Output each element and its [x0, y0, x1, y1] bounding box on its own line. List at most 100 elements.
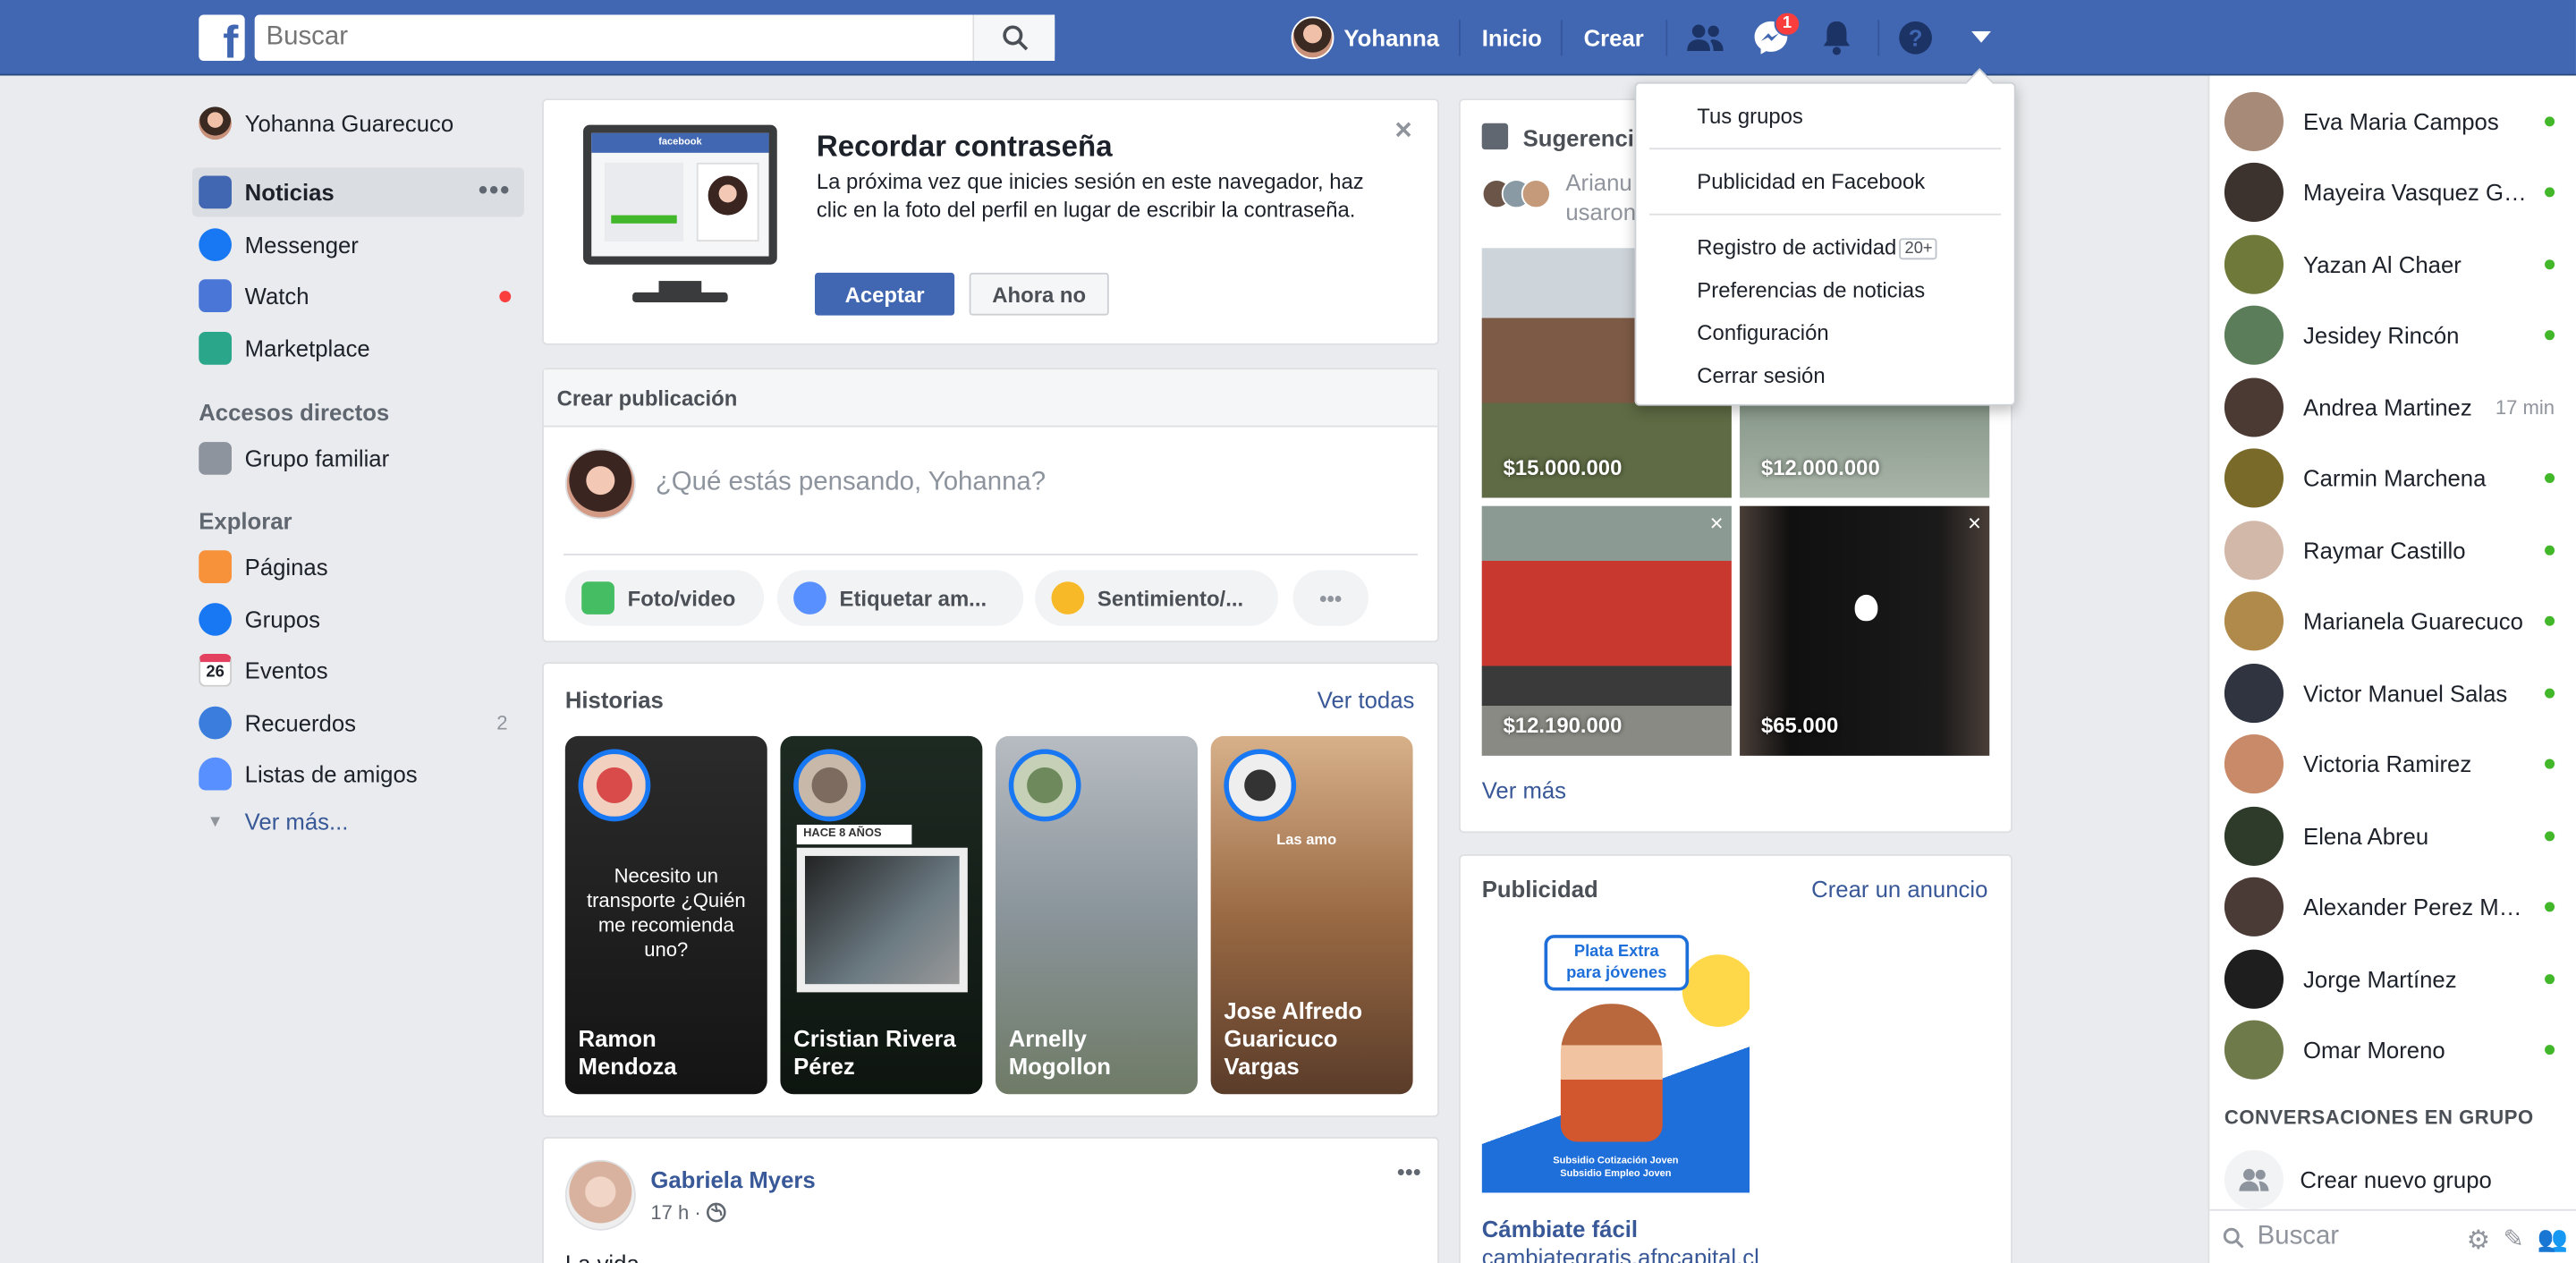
- facebook-logo[interactable]: f: [199, 14, 245, 61]
- nav-divider: [1665, 20, 1668, 56]
- chat-contact[interactable]: Jorge Martínez: [2224, 949, 2576, 1009]
- chat-contact[interactable]: Omar Moreno: [2224, 1020, 2576, 1080]
- feed-post: Gabriela Myers 17 h · ••• La vida: [542, 1136, 1439, 1263]
- create-new-group-button[interactable]: Crear nuevo grupo: [2224, 1149, 2492, 1209]
- suggestions-subtitle: Arianu usaron: [1565, 167, 1636, 226]
- ad-headline[interactable]: Cámbiate fácil: [1482, 1216, 1638, 1242]
- feeling-button[interactable]: Sentimiento/...: [1035, 570, 1278, 626]
- group-call-icon[interactable]: 👥: [2537, 1224, 2567, 1257]
- online-indicator: [2545, 187, 2555, 198]
- sidebar-item-events[interactable]: 26 Eventos: [192, 646, 524, 695]
- story-author: Cristian Rivera Pérez: [793, 1025, 956, 1080]
- not-now-button[interactable]: Ahora no: [969, 272, 1109, 316]
- menu-item-your-groups[interactable]: Tus grupos: [1697, 104, 1803, 129]
- story-card[interactable]: Arnelly Mogollon: [996, 735, 1198, 1095]
- chat-contact[interactable]: Alexander Perez Medina: [2224, 877, 2576, 937]
- sidebar-item-memories[interactable]: Recuerdos 2: [192, 699, 524, 748]
- post-options-icon[interactable]: •••: [1397, 1158, 1421, 1184]
- menu-item-settings[interactable]: Configuración: [1697, 320, 1828, 345]
- chat-contact[interactable]: Raymar Castillo: [2224, 521, 2576, 581]
- chat-search-input[interactable]: Buscar: [2258, 1223, 2339, 1252]
- avatar: [1291, 16, 1335, 60]
- sidebar-item-label: Listas de amigos: [244, 760, 418, 787]
- profile-name: Yohanna: [1343, 24, 1440, 51]
- post-author[interactable]: Gabriela Myers: [650, 1166, 815, 1192]
- more-actions-button[interactable]: •••: [1292, 570, 1368, 626]
- see-more-link[interactable]: ▼ Ver más...: [192, 797, 524, 846]
- menu-item-facebook-ads[interactable]: Publicidad en Facebook: [1697, 169, 1925, 194]
- friend-requests-icon[interactable]: [1685, 18, 1724, 57]
- ad-image[interactable]: Plata Extra para jóvenes Subsidio Cotiza…: [1481, 925, 1750, 1193]
- dismiss-icon[interactable]: ×: [1710, 509, 1724, 535]
- chat-contact[interactable]: Elena Abreu: [2224, 806, 2576, 866]
- see-all-stories-link[interactable]: Ver todas: [1318, 687, 1415, 713]
- sidebar-item-family-group[interactable]: Grupo familiar: [192, 434, 524, 483]
- story-author: Arnelly Mogollon: [1008, 1025, 1111, 1080]
- contact-name: Jorge Martínez: [2303, 965, 2457, 993]
- profile-link[interactable]: Yohanna: [1291, 15, 1440, 61]
- help-icon[interactable]: ?: [1896, 18, 1936, 57]
- dismiss-icon[interactable]: ×: [1968, 509, 1981, 535]
- new-message-icon[interactable]: ✎: [2504, 1224, 2524, 1257]
- notifications-icon[interactable]: [1817, 18, 1856, 57]
- story-card[interactable]: Necesito un transporte ¿Quién me recomie…: [564, 735, 767, 1095]
- chat-contact[interactable]: Victor Manuel Salas: [2224, 664, 2576, 724]
- sidebar-item-label: Marketplace: [244, 335, 370, 362]
- create-ad-link[interactable]: Crear un anuncio: [1811, 876, 1987, 902]
- search-input[interactable]: [254, 14, 962, 61]
- menu-item-news-preferences[interactable]: Preferencias de noticias: [1697, 277, 1925, 302]
- tag-friends-button[interactable]: Etiquetar am...: [776, 570, 1024, 626]
- see-more-link[interactable]: Ver más: [1482, 777, 1566, 803]
- avatar: [199, 106, 232, 140]
- story-avatar: [793, 749, 866, 822]
- accept-button[interactable]: Aceptar: [815, 272, 955, 316]
- photo-video-button[interactable]: Foto/video: [564, 570, 765, 626]
- sidebar-item-watch[interactable]: Watch: [192, 271, 524, 320]
- profile-shortcut[interactable]: Yohanna Guarecuco: [192, 98, 524, 148]
- sidebar-item-pages[interactable]: Páginas: [192, 542, 524, 591]
- ad-url[interactable]: cambiategratis.afpcapital.cl: [1482, 1243, 1759, 1263]
- monitor-base: [632, 292, 728, 302]
- action-label: Foto/video: [627, 585, 736, 611]
- chat-contact[interactable]: Victoria Ramirez: [2224, 734, 2576, 794]
- avatar: [2224, 664, 2284, 724]
- chat-contact[interactable]: Jesidey Rincón: [2224, 305, 2576, 365]
- chat-contact[interactable]: Carmin Marchena: [2224, 448, 2576, 508]
- item-price: $65.000: [1760, 713, 1839, 738]
- chat-contact[interactable]: Mayeira Vasquez Garcia: [2224, 162, 2576, 222]
- sidebar-item-news-feed[interactable]: Noticias •••: [191, 167, 524, 217]
- search-field[interactable]: [254, 14, 1055, 61]
- sidebar-item-messenger[interactable]: Messenger: [192, 220, 524, 269]
- sidebar-item-groups[interactable]: Grupos: [192, 595, 524, 644]
- search-button[interactable]: [972, 14, 1055, 61]
- ad-image-title: para jóvenes: [1566, 964, 1667, 983]
- chat-contact[interactable]: Yazan Al Chaer: [2224, 234, 2576, 294]
- story-card[interactable]: HACE 8 AÑOS Cristian Rivera Pérez: [780, 735, 983, 1095]
- menu-item-activity-log[interactable]: Registro de actividad 20+: [1697, 235, 1938, 260]
- post-composer-input[interactable]: ¿Qué estás pensando, Yohanna?: [656, 468, 1046, 497]
- account-menu-caret-icon[interactable]: [1962, 18, 2001, 57]
- create-link[interactable]: Crear: [1584, 25, 1644, 51]
- close-icon[interactable]: ×: [1394, 114, 1411, 148]
- marketplace-item[interactable]: × $12.190.000: [1481, 505, 1732, 756]
- gear-icon[interactable]: ⚙: [2467, 1224, 2490, 1257]
- chat-contact[interactable]: Eva Maria Campos: [2224, 91, 2576, 151]
- sidebar-item-friend-lists[interactable]: Listas de amigos: [192, 750, 524, 799]
- avatar: [2224, 162, 2284, 222]
- menu-item-log-out[interactable]: Cerrar sesión: [1697, 363, 1825, 388]
- marketplace-item[interactable]: × $65.000: [1740, 505, 1990, 756]
- new-content-dot: [499, 291, 512, 302]
- online-indicator: [2545, 116, 2555, 127]
- chat-search-bar[interactable]: Buscar ⚙ ✎ 👥: [2209, 1208, 2576, 1263]
- nav-divider: [1458, 20, 1461, 56]
- avatar: [2224, 234, 2284, 294]
- chat-contact[interactable]: Andrea Martinez 17 min: [2224, 377, 2576, 437]
- home-link[interactable]: Inicio: [1482, 25, 1542, 51]
- avatar[interactable]: [564, 1159, 636, 1231]
- chat-contact[interactable]: Marianela Guarecuco: [2224, 591, 2576, 651]
- sidebar-item-marketplace[interactable]: Marketplace: [192, 324, 524, 373]
- story-card[interactable]: Las amo Jose Alfredo Guaricuco Vargas: [1210, 735, 1413, 1095]
- subtitle-line: usaron: [1565, 199, 1637, 225]
- post-time[interactable]: 17 h ·: [650, 1201, 700, 1225]
- more-options-icon[interactable]: •••: [479, 177, 511, 207]
